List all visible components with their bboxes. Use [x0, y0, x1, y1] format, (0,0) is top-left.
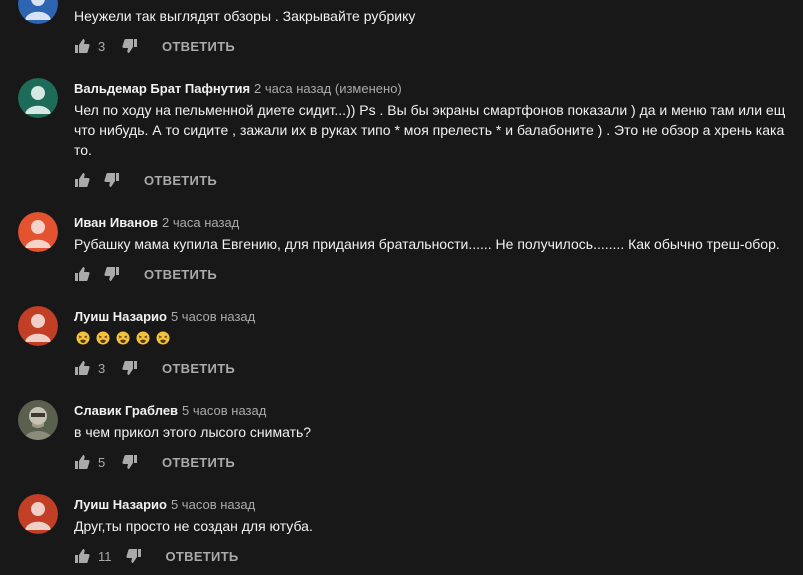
comment-actions: ОТВЕТИТЬ	[74, 264, 217, 284]
thumbs-down-icon[interactable]	[125, 548, 142, 564]
like-count: 3	[98, 360, 106, 376]
tired-face-emoji	[136, 331, 150, 345]
comment-text: Неужели так выглядят обзоры . Закрывайте…	[74, 8, 416, 24]
comment-header: Луиш Назарио 5 часов назад	[74, 497, 255, 513]
avatar[interactable]	[18, 400, 58, 440]
comment-header: Иван Иванов 2 часа назад	[74, 215, 239, 231]
comment-text: что нибудь. А то сидите , зажали их в ру…	[74, 122, 785, 138]
default-avatar-icon	[18, 494, 58, 534]
avatar[interactable]	[18, 306, 58, 346]
reply-button[interactable]: ОТВЕТИТЬ	[162, 39, 235, 54]
comment-time[interactable]: 5 часов назад	[182, 403, 266, 418]
avatar[interactable]	[18, 494, 58, 534]
comment-actions: 11 ОТВЕТИТЬ	[74, 546, 239, 566]
author-name[interactable]: Славик Граблев	[74, 403, 178, 418]
comment-text: то.	[74, 142, 92, 158]
reply-button[interactable]: ОТВЕТИТЬ	[144, 173, 217, 188]
comment-time[interactable]: 5 часов назад	[171, 309, 255, 324]
tired-face-emoji	[116, 331, 130, 345]
author-name[interactable]: Вальдемар Брат Пафнутия	[74, 81, 250, 96]
thumbs-up-icon[interactable]	[74, 38, 90, 54]
comment-actions: 3 ОТВЕТИТЬ	[74, 36, 235, 56]
comment-header: Луиш Назарио 5 часов назад	[74, 309, 255, 325]
default-avatar-icon	[18, 0, 58, 24]
thumbs-up-icon[interactable]	[74, 548, 90, 564]
thumbs-up-icon[interactable]	[74, 360, 90, 376]
default-avatar-icon	[18, 78, 58, 118]
comment-text: в чем прикол этого лысого снимать?	[74, 424, 312, 440]
comment-actions: 3 ОТВЕТИТЬ	[74, 358, 235, 378]
comment-header: Вальдемар Брат Пафнутия 2 часа назад (изм…	[74, 81, 402, 97]
thumbs-up-icon[interactable]	[74, 172, 90, 188]
comment-text: Друг,ты просто не создан для ютуба.	[74, 518, 313, 534]
comment-text: Рубашку мама купила Евгению, для придани…	[74, 236, 780, 252]
comment-actions: 5 ОТВЕТИТЬ	[74, 452, 235, 472]
thumbs-down-icon[interactable]	[122, 38, 138, 54]
tired-face-emoji	[96, 331, 110, 345]
emoji-row	[76, 331, 170, 345]
reply-button[interactable]: ОТВЕТИТЬ	[166, 549, 239, 564]
comment-header: Славик Граблев 5 часов назад	[74, 403, 266, 419]
reply-button[interactable]: ОТВЕТИТЬ	[162, 361, 235, 376]
thumbs-down-icon[interactable]	[104, 172, 120, 188]
thumbs-up-icon[interactable]	[74, 266, 90, 282]
photo-avatar	[18, 400, 58, 440]
comment-time[interactable]: 5 часов назад	[171, 497, 255, 512]
thumbs-up-icon[interactable]	[74, 454, 90, 470]
thumbs-down-icon[interactable]	[122, 360, 138, 376]
comment-text: Чел по ходу на пельменной диете сидит...…	[74, 102, 786, 118]
tired-face-emoji	[156, 331, 170, 345]
reply-button[interactable]: ОТВЕТИТЬ	[144, 267, 217, 282]
default-avatar-icon	[18, 306, 58, 346]
tired-face-emoji	[76, 331, 90, 345]
like-count: 5	[98, 454, 106, 470]
reply-button[interactable]: ОТВЕТИТЬ	[162, 455, 235, 470]
comment-time[interactable]: 2 часа назад	[162, 215, 239, 230]
like-count: 11	[98, 548, 112, 564]
author-name[interactable]: Луиш Назарио	[74, 309, 167, 324]
avatar[interactable]	[18, 0, 58, 24]
default-avatar-icon	[18, 212, 58, 252]
like-count: 3	[98, 38, 106, 54]
author-name[interactable]: Луиш Назарио	[74, 497, 167, 512]
author-name[interactable]: Иван Иванов	[74, 215, 158, 230]
avatar[interactable]	[18, 78, 58, 118]
comment-actions: ОТВЕТИТЬ	[74, 170, 217, 190]
thumbs-down-icon[interactable]	[104, 266, 120, 282]
comment-time[interactable]: 2 часа назад (изменено)	[254, 81, 402, 96]
avatar[interactable]	[18, 212, 58, 252]
thumbs-down-icon[interactable]	[122, 454, 138, 470]
